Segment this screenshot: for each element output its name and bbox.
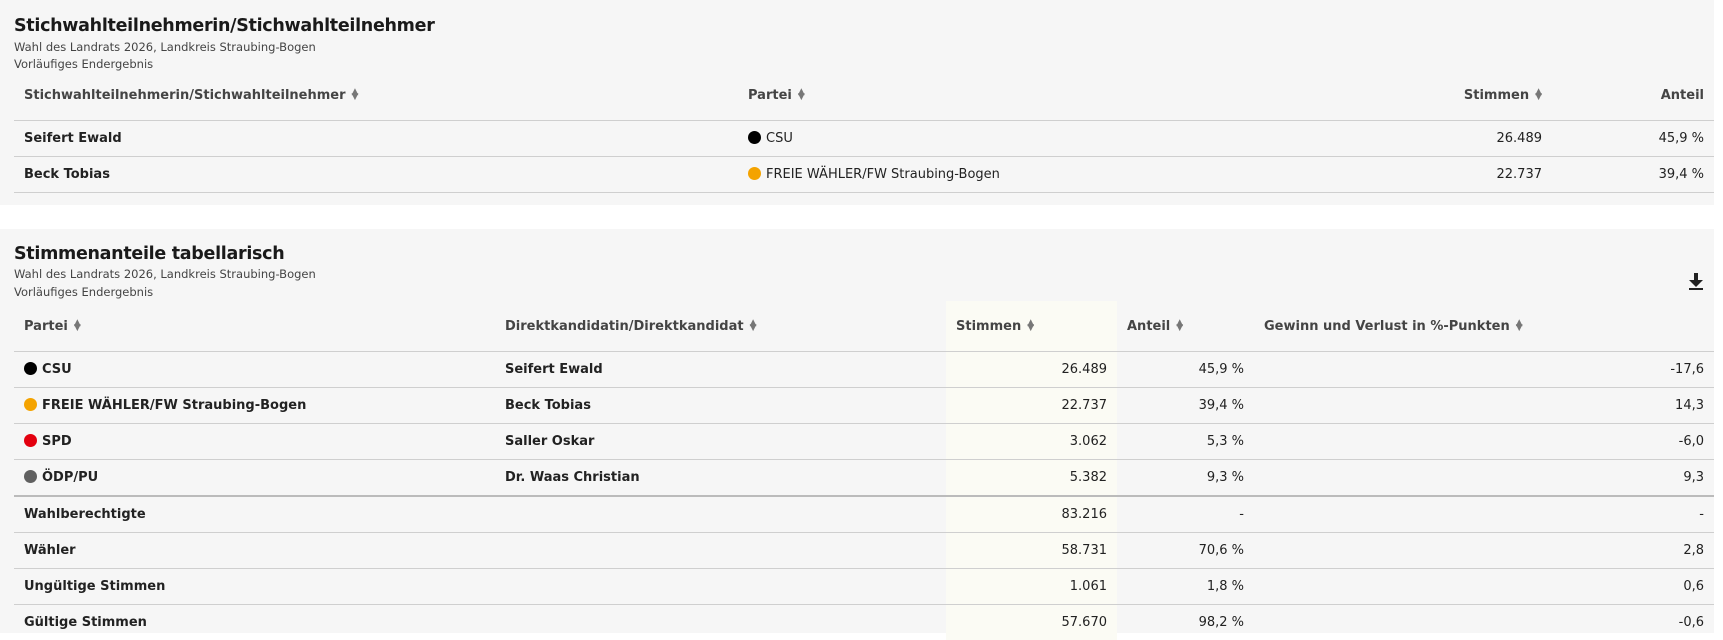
summary-row: Wahlberechtigte 83.216 - -	[14, 496, 1714, 533]
summary-row: Wähler 58.731 70,6 % 2,8	[14, 533, 1714, 569]
summary-label: Gültige Stimmen	[14, 605, 495, 640]
share-cell: -	[1117, 496, 1254, 533]
vote-share-title: Stimmenanteile tabellarisch	[14, 244, 284, 264]
change-cell: 0,6	[1254, 569, 1714, 605]
votes-cell: 22.737	[1252, 157, 1552, 193]
candidate-name: Saller Oskar	[495, 424, 946, 460]
col-header-change[interactable]: Gewinn und Verlust in %-Punkten▲▼	[1254, 301, 1714, 352]
summary-label: Wähler	[14, 533, 495, 569]
change-cell: 9,3	[1254, 460, 1714, 497]
party-cell: ÖDP/PU	[14, 460, 495, 497]
table-row: ÖDP/PU Dr. Waas Christian 5.382 9,3 % 9,…	[14, 460, 1714, 497]
share-cell: 98,2 %	[1117, 605, 1254, 640]
sort-icon: ▲▼	[1516, 321, 1523, 331]
summary-label: Wahlberechtigte	[14, 496, 495, 533]
party-cell: CSU	[738, 121, 1252, 157]
share-cell: 5,3 %	[1117, 424, 1254, 460]
table-row: Beck Tobias FREIE WÄHLER/FW Straubing-Bo…	[14, 157, 1714, 193]
table-row: CSU Seifert Ewald 26.489 45,9 % -17,6	[14, 352, 1714, 388]
sort-icon: ▲▼	[1176, 321, 1183, 331]
candidate-name: Dr. Waas Christian	[495, 460, 946, 497]
party-cell: FREIE WÄHLER/FW Straubing-Bogen	[14, 388, 495, 424]
votes-cell: 26.489	[1252, 121, 1552, 157]
change-cell: -0,6	[1254, 605, 1714, 640]
candidate-name: Beck Tobias	[14, 157, 738, 193]
party-color-dot	[748, 167, 761, 180]
votes-cell: 1.061	[946, 569, 1117, 605]
votes-cell: 58.731	[946, 533, 1117, 569]
candidate-name: Seifert Ewald	[14, 121, 738, 157]
party-cell: CSU	[14, 352, 495, 388]
col-header-party[interactable]: Partei▲▼	[738, 70, 1252, 121]
candidate-name: Seifert Ewald	[495, 352, 946, 388]
runoff-title: Stichwahlteilnehmerin/Stichwahlteilnehme…	[14, 16, 435, 36]
vote-share-subtitle: Wahl des Landrats 2026, Landkreis Straub…	[14, 267, 316, 281]
summary-label: Ungültige Stimmen	[14, 569, 495, 605]
votes-cell: 57.670	[946, 605, 1117, 640]
col-header-party[interactable]: Partei▲▼	[14, 301, 495, 352]
votes-cell: 22.737	[946, 388, 1117, 424]
runoff-table: Stichwahlteilnehmerin/Stichwahlteilnehme…	[14, 70, 1714, 193]
sort-icon: ▲▼	[1027, 321, 1034, 331]
col-header-share[interactable]: Anteil▲▼	[1117, 301, 1254, 352]
share-cell: 39,4 %	[1552, 157, 1714, 193]
col-header-votes[interactable]: Stimmen▲▼	[946, 301, 1117, 352]
change-cell: -	[1254, 496, 1714, 533]
share-cell: 70,6 %	[1117, 533, 1254, 569]
sort-icon: ▲▼	[74, 321, 81, 331]
runoff-panel: Stichwahlteilnehmerin/Stichwahlteilnehme…	[0, 0, 1714, 205]
party-color-dot	[24, 470, 37, 483]
table-row: FREIE WÄHLER/FW Straubing-Bogen Beck Tob…	[14, 388, 1714, 424]
summary-row: Ungültige Stimmen 1.061 1,8 % 0,6	[14, 569, 1714, 605]
party-cell: SPD	[14, 424, 495, 460]
sort-icon: ▲▼	[750, 321, 757, 331]
col-header-share[interactable]: Anteil	[1552, 70, 1714, 121]
party-color-dot	[24, 434, 37, 447]
share-cell: 39,4 %	[1117, 388, 1254, 424]
change-cell: 2,8	[1254, 533, 1714, 569]
runoff-subtitle: Wahl des Landrats 2026, Landkreis Straub…	[14, 40, 316, 54]
votes-cell: 3.062	[946, 424, 1117, 460]
party-color-dot	[748, 131, 761, 144]
table-row: SPD Saller Oskar 3.062 5,3 % -6,0	[14, 424, 1714, 460]
col-header-votes[interactable]: Stimmen▲▼	[1252, 70, 1552, 121]
votes-cell: 5.382	[946, 460, 1117, 497]
share-cell: 45,9 %	[1117, 352, 1254, 388]
party-color-dot	[24, 398, 37, 411]
change-cell: 14,3	[1254, 388, 1714, 424]
votes-cell: 83.216	[946, 496, 1117, 533]
sort-icon: ▲▼	[352, 90, 359, 100]
candidate-name: Beck Tobias	[495, 388, 946, 424]
runoff-status: Vorläufiges Endergebnis	[14, 57, 153, 71]
col-header-candidate[interactable]: Stichwahlteilnehmerin/Stichwahlteilnehme…	[14, 70, 738, 121]
party-color-dot	[24, 362, 37, 375]
vote-share-status: Vorläufiges Endergebnis	[14, 285, 153, 299]
download-icon[interactable]	[1686, 271, 1706, 291]
share-cell: 1,8 %	[1117, 569, 1254, 605]
party-cell: FREIE WÄHLER/FW Straubing-Bogen	[738, 157, 1252, 193]
sort-icon: ▲▼	[1535, 90, 1542, 100]
share-cell: 45,9 %	[1552, 121, 1714, 157]
sort-icon: ▲▼	[798, 90, 805, 100]
change-cell: -17,6	[1254, 352, 1714, 388]
share-cell: 9,3 %	[1117, 460, 1254, 497]
col-header-candidate[interactable]: Direktkandidatin/Direktkandidat▲▼	[495, 301, 946, 352]
table-row: Seifert Ewald CSU 26.489 45,9 %	[14, 121, 1714, 157]
vote-share-table: Partei▲▼ Direktkandidatin/Direktkandidat…	[14, 301, 1714, 640]
change-cell: -6,0	[1254, 424, 1714, 460]
vote-share-panel: Stimmenanteile tabellarisch Wahl des Lan…	[0, 229, 1714, 633]
summary-row: Gültige Stimmen 57.670 98,2 % -0,6	[14, 605, 1714, 640]
votes-cell: 26.489	[946, 352, 1117, 388]
